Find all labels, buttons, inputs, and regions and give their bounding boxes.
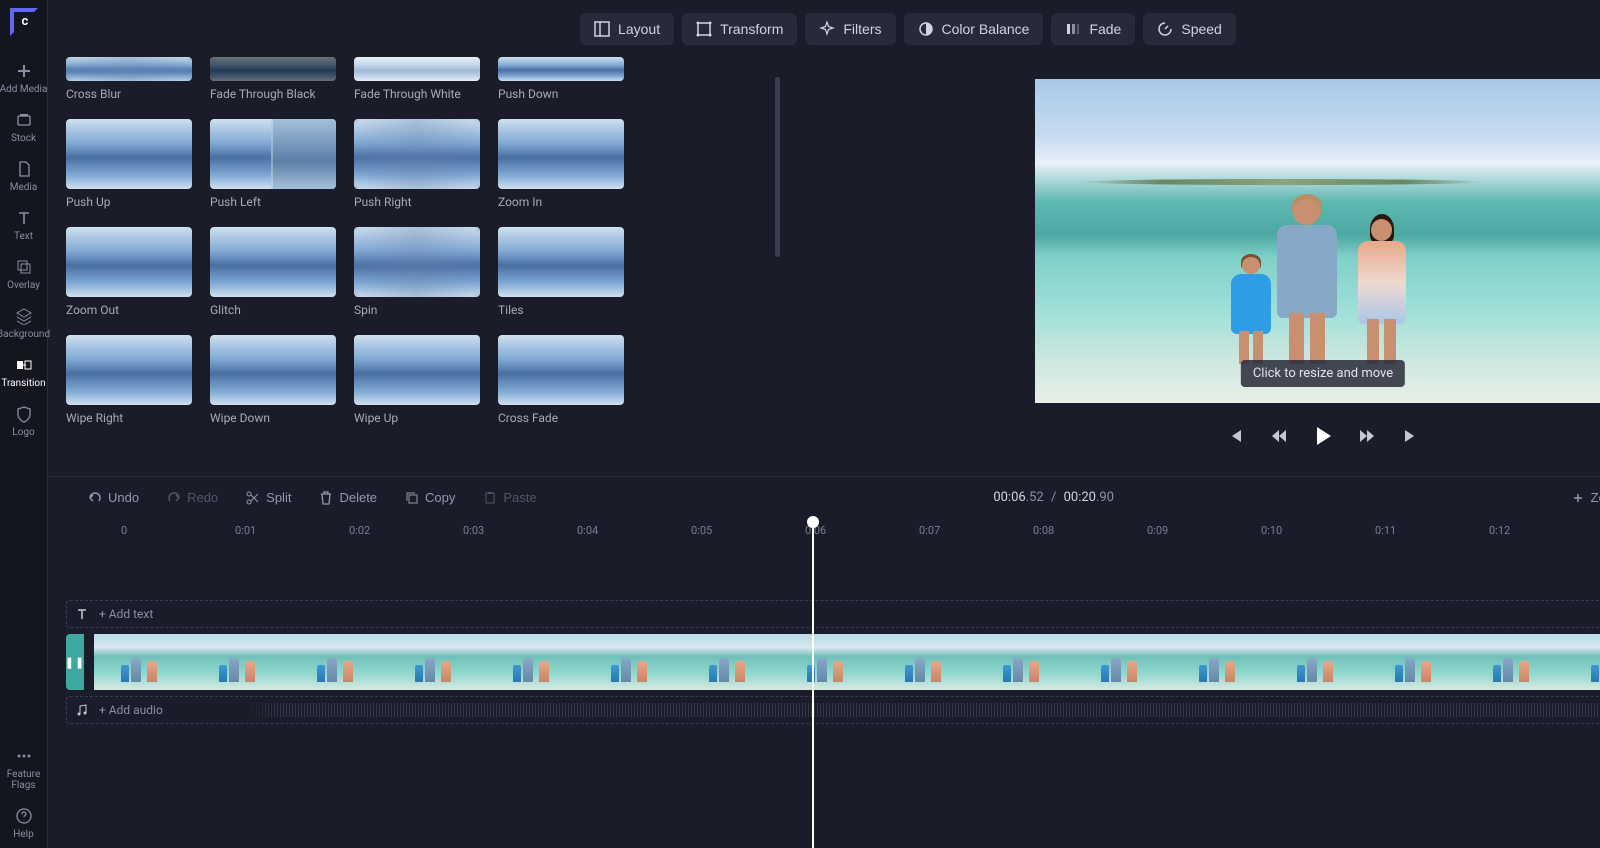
transition-push-right[interactable]: Push Right — [354, 119, 480, 209]
sidebar-label: Logo — [12, 427, 34, 438]
text-icon — [75, 607, 89, 621]
split-button[interactable]: Split — [236, 484, 301, 511]
preview-panel: Click to resize and move — [788, 57, 1600, 476]
ruler-mark: 0:07 — [919, 524, 940, 537]
transition-push-left[interactable]: Push Left — [210, 119, 336, 209]
sidebar-item-text[interactable]: Text — [0, 201, 50, 250]
ruler-mark: 0 — [121, 524, 127, 537]
top-toolbar: Layout Transform Filters Color Balance F… — [48, 0, 1600, 57]
timecode-display: 00:06.52 / 00:20.90 — [993, 490, 1114, 505]
ruler-mark: 0:08 — [1033, 524, 1054, 537]
time-ruler[interactable]: 00:010:020:030:040:050:060:070:080:090:1… — [66, 518, 1600, 546]
clip-handle-left[interactable]: ❚❚ — [66, 634, 84, 690]
ruler-mark: 0:11 — [1375, 524, 1396, 537]
redo-button[interactable]: Redo — [157, 484, 228, 511]
transitions-panel: Cross Blur Fade Through Black Fade Through… — [48, 57, 788, 476]
preview-viewport[interactable]: Click to resize and move — [1035, 79, 1600, 403]
skip-start-button[interactable] — [1220, 421, 1250, 451]
sidebar-label: Transition — [1, 378, 45, 389]
sidebar-label: Add Media — [0, 84, 47, 95]
transition-glitch[interactable]: Glitch — [210, 227, 336, 317]
sidebar-label: Background — [0, 329, 50, 340]
sidebar-label: Media — [10, 182, 38, 193]
copy-button[interactable]: Copy — [395, 484, 465, 511]
transition-wipe-right[interactable]: Wipe Right — [66, 335, 192, 425]
ruler-mark: 0:01 — [235, 524, 256, 537]
timeline-toolbar: Undo Redo Split Delete Copy Paste 00:06.… — [48, 476, 1600, 518]
ruler-mark: 0:02 — [349, 524, 370, 537]
ruler-mark: 0:03 — [463, 524, 484, 537]
skip-end-button[interactable] — [1396, 421, 1426, 451]
sidebar-label: Feature Flags — [7, 769, 41, 791]
app-logo[interactable] — [10, 8, 38, 36]
ruler-mark: 0:12 — [1489, 524, 1510, 537]
play-button[interactable] — [1308, 421, 1338, 451]
scrollbar-thumb[interactable] — [775, 77, 780, 257]
sidebar-item-transition[interactable]: Transition — [0, 348, 50, 397]
music-icon — [75, 703, 89, 717]
timeline[interactable]: 00:010:020:030:040:050:060:070:080:090:1… — [48, 518, 1600, 848]
transition-cross-fade[interactable]: Cross Fade — [498, 335, 624, 425]
ruler-mark: 0:04 — [577, 524, 598, 537]
zoom-in-button[interactable]: Zoom In — [1561, 484, 1600, 511]
preview-hint: Click to resize and move — [1241, 360, 1405, 387]
sidebar-item-add-media[interactable]: Add Media — [0, 54, 50, 103]
audio-track[interactable]: + Add audio — [66, 696, 1600, 724]
text-track[interactable]: + Add text — [66, 600, 1600, 628]
ruler-mark: 0:10 — [1261, 524, 1282, 537]
delete-button[interactable]: Delete — [309, 484, 387, 511]
undo-button[interactable]: Undo — [78, 484, 149, 511]
transform-button[interactable]: Transform — [682, 13, 797, 45]
sidebar-item-media[interactable]: Media — [0, 152, 50, 201]
audio-waveform — [247, 703, 1600, 717]
paste-button[interactable]: Paste — [473, 484, 546, 511]
transition-cross-blur[interactable]: Cross Blur — [66, 57, 192, 101]
speed-button[interactable]: Speed — [1143, 13, 1235, 45]
transition-tiles[interactable]: Tiles — [498, 227, 624, 317]
transition-zoom-in[interactable]: Zoom In — [498, 119, 624, 209]
sidebar-label: Text — [14, 231, 33, 242]
video-track[interactable]: ❚❚ — [66, 634, 1600, 690]
transition-zoom-out[interactable]: Zoom Out — [66, 227, 192, 317]
transition-wipe-down[interactable]: Wipe Down — [210, 335, 336, 425]
transition-wipe-up[interactable]: Wipe Up — [354, 335, 480, 425]
player-controls — [1220, 421, 1426, 451]
sidebar-label: Help — [13, 829, 33, 840]
sidebar-item-help[interactable]: Help — [7, 799, 41, 848]
sidebar-item-feature-flags[interactable]: Feature Flags — [7, 739, 41, 799]
filters-button[interactable]: Filters — [805, 13, 895, 45]
sidebar-item-logo[interactable]: Logo — [0, 397, 50, 446]
sidebar-item-background[interactable]: Background — [0, 299, 50, 348]
transition-push-up[interactable]: Push Up — [66, 119, 192, 209]
forward-button[interactable] — [1352, 421, 1382, 451]
color-balance-button[interactable]: Color Balance — [904, 13, 1044, 45]
playhead[interactable] — [812, 518, 814, 848]
sidebar-item-overlay[interactable]: Overlay — [0, 250, 50, 299]
sidebar-label: Stock — [11, 133, 36, 144]
add-text-label: + Add text — [99, 607, 153, 621]
fade-button[interactable]: Fade — [1051, 13, 1135, 45]
transition-fade-white[interactable]: Fade Through White — [354, 57, 480, 101]
rewind-button[interactable] — [1264, 421, 1294, 451]
transition-fade-black[interactable]: Fade Through Black — [210, 57, 336, 101]
add-audio-label: + Add audio — [99, 703, 163, 717]
transition-spin[interactable]: Spin — [354, 227, 480, 317]
ruler-mark: 0:09 — [1147, 524, 1168, 537]
sidebar-label: Overlay — [7, 280, 40, 291]
left-sidebar: Add Media Stock Media Text Overlay Background… — [0, 0, 48, 848]
sidebar-item-stock[interactable]: Stock — [0, 103, 50, 152]
video-clip-strip[interactable] — [94, 634, 1600, 690]
layout-button[interactable]: Layout — [580, 13, 674, 45]
transition-push-down[interactable]: Push Down — [498, 57, 624, 101]
ruler-mark: 0:05 — [691, 524, 712, 537]
